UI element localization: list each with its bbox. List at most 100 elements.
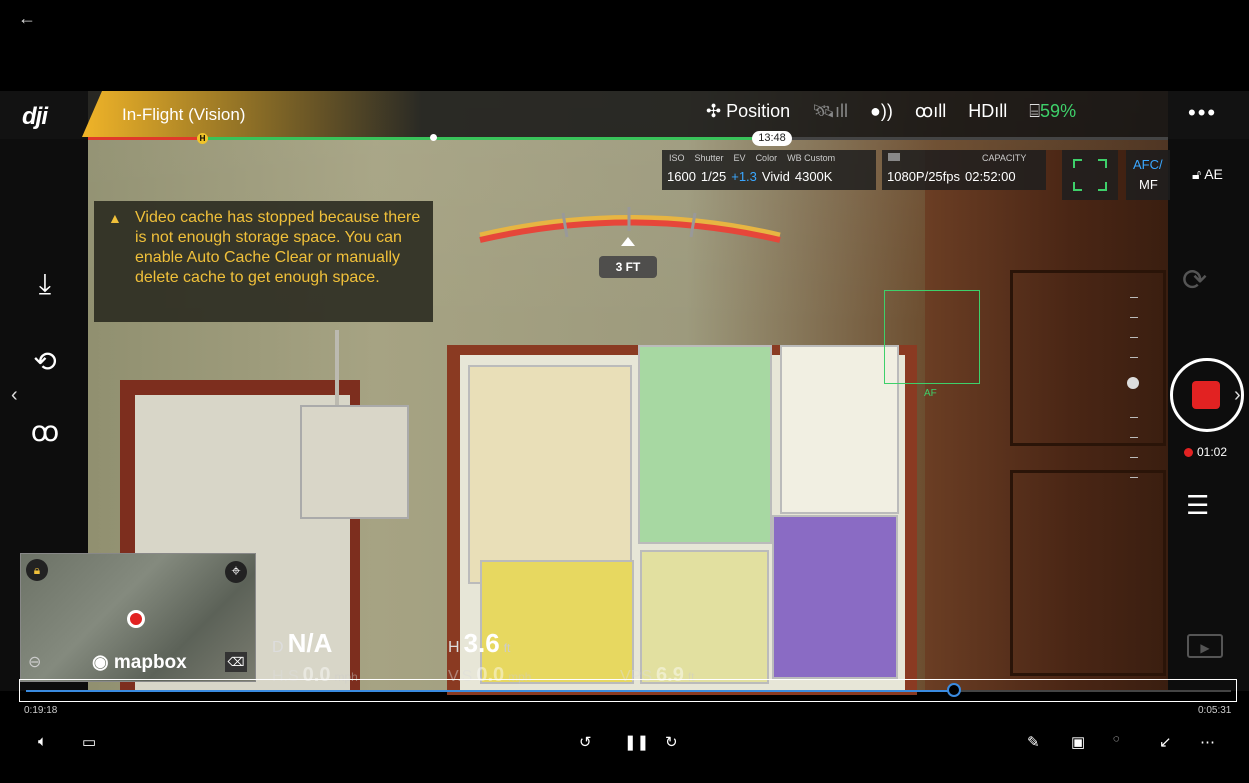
dial-tick (1130, 457, 1138, 458)
chevron-left-icon[interactable]: ‹ (11, 384, 18, 407)
warning-message: Video cache has stopped because there is… (135, 209, 421, 286)
flight-mode-indicator[interactable]: ✣ Position (706, 101, 790, 122)
remote-controller-icon[interactable]: ꝏ (28, 415, 62, 449)
scrubber-thumb[interactable] (947, 683, 961, 697)
focus-mode-button[interactable] (1062, 150, 1118, 200)
gps-signal-icon[interactable]: 🛰︎ıll (812, 101, 848, 122)
hd-signal-icon[interactable]: HDıll (968, 101, 1007, 122)
recording-timer: 01:02 (1184, 445, 1227, 459)
obstacle-sensing-icon[interactable]: ●)) (870, 101, 893, 122)
capacity-label: CAPACITY (982, 153, 1027, 163)
unlock-icon: 🔓︎ (1192, 166, 1202, 182)
flight-mode-label: Position (726, 101, 791, 121)
shutter-label: Shutter (694, 153, 724, 163)
focus-frame-icon (1073, 159, 1107, 191)
home-point-marker: H (197, 133, 208, 144)
back-button[interactable]: ← (18, 8, 36, 29)
mapbox-icon: ◉ (92, 652, 109, 673)
recording-dot-icon (1184, 447, 1193, 457)
ae-label: AE (1204, 166, 1223, 182)
playback-button[interactable]: ▶ (1187, 634, 1223, 658)
scene-switchboard (300, 405, 409, 519)
wb-value: 4300K (794, 169, 833, 184)
scene-poster (638, 345, 772, 544)
more-options-icon[interactable]: ⋯ (1200, 733, 1215, 751)
height-label: H (448, 639, 460, 656)
battery-indicator[interactable]: ⌸59% (1029, 101, 1076, 122)
distance-label: D (272, 639, 284, 656)
recording-params-panel[interactable]: CAPACITY 1080P/25fps 02:52:00 (882, 150, 1046, 190)
chevron-right-icon[interactable]: › (1234, 384, 1241, 407)
flight-time-remaining: 13:48 (752, 131, 792, 146)
shutter-value: 1/25 (700, 169, 727, 184)
dial-tick (1130, 417, 1138, 418)
ae-lock-button[interactable]: 🔓︎ AE (1192, 166, 1223, 183)
flight-status-label[interactable]: In-Flight (Vision) (122, 105, 245, 125)
aircraft-location-pin (127, 610, 145, 628)
stop-record-icon (1192, 381, 1220, 409)
return-home-icon[interactable]: ⟲ (28, 345, 62, 379)
dial-knob[interactable] (1127, 377, 1139, 389)
iso-label: ISO (669, 153, 685, 163)
edit-pen-icon[interactable]: ✎ (1027, 733, 1040, 751)
scene-door-panel (1010, 270, 1166, 446)
camera-params-panel[interactable]: ISO Shutter EV Color WB Custom 1600 1/25… (662, 150, 876, 190)
focus-target-frame[interactable] (884, 290, 980, 384)
color-value: Vivid (761, 169, 790, 184)
height-unit: ft (503, 641, 511, 655)
afc-label: AFC/ (1133, 157, 1163, 172)
flight-progress-red (88, 137, 203, 140)
skip-forward-30-icon[interactable]: ↻ (665, 733, 678, 751)
distance-value: N/A (287, 628, 333, 658)
captions-icon[interactable]: ▭ (82, 733, 96, 751)
capacity-value: 02:52:00 (965, 169, 1016, 184)
eraser-icon[interactable]: ⌫ (225, 652, 247, 672)
scrubber-progress (26, 690, 954, 692)
battery-percent: 59% (1040, 101, 1077, 121)
locate-icon[interactable]: ⌖ (225, 561, 247, 583)
mini-view-icon[interactable]: ▣ (1071, 733, 1085, 751)
skip-back-10-icon[interactable]: ↺ (579, 733, 592, 751)
more-menu-button[interactable]: ••• (1188, 100, 1217, 126)
remaining-time: 0:05:31 (1198, 705, 1232, 716)
ev-label: EV (733, 153, 746, 163)
dial-tick (1130, 317, 1138, 318)
dial-tick (1130, 297, 1138, 298)
warning-icon: ▲ (108, 210, 122, 226)
progress-dot (430, 134, 437, 141)
scene-poster (780, 345, 899, 514)
mf-label: MF (1139, 177, 1158, 192)
camera-switch-icon[interactable]: ⟳ (1182, 263, 1207, 298)
color-label: Color (755, 153, 778, 163)
drone-icon: ✣ (706, 101, 722, 121)
volume-icon[interactable]: 🔈︎ (38, 733, 47, 750)
map-lock-icon[interactable]: 🔒︎ (26, 559, 48, 581)
pause-icon[interactable]: ❚❚ (624, 733, 649, 751)
distance-readout: D N/A (272, 628, 332, 659)
dial-tick (1130, 357, 1138, 358)
dial-tick (1130, 437, 1138, 438)
sd-card-icon (888, 153, 900, 161)
takeoff-icon[interactable]: ⤓ (28, 268, 62, 302)
ev-value: +1.3 (731, 169, 757, 184)
status-indicators: ✣ Position 🛰︎ıll ●)) ꝏıll HDıll ⌸59% (706, 101, 1076, 122)
iso-value: 1600 (667, 169, 696, 184)
scene-door-panel (1010, 470, 1166, 676)
camera-settings-icon[interactable]: ☰ (1186, 490, 1209, 521)
recording-time: 01:02 (1197, 445, 1228, 459)
obstacle-direction-arrow (621, 237, 635, 246)
zoom-out-icon[interactable]: ⊖ (28, 652, 41, 672)
height-value: 3.6 (463, 628, 500, 658)
obstacle-distance-label: 3 FT (599, 256, 657, 278)
af-label: AF (924, 388, 937, 399)
exit-fullscreen-icon[interactable]: ↙ (1159, 733, 1172, 751)
360-view-icon[interactable]: ◌ (1113, 733, 1120, 745)
battery-icon: ⌸ (1029, 101, 1041, 121)
remote-signal-icon[interactable]: ꝏıll (915, 101, 946, 122)
elapsed-time: 0:19:18 (24, 705, 58, 716)
scene-wire (335, 330, 339, 405)
scene-poster (468, 365, 632, 584)
dji-logo[interactable]: dji (22, 103, 48, 131)
dial-tick (1130, 337, 1138, 338)
afc-mf-toggle[interactable]: AFC/ MF (1126, 150, 1170, 200)
